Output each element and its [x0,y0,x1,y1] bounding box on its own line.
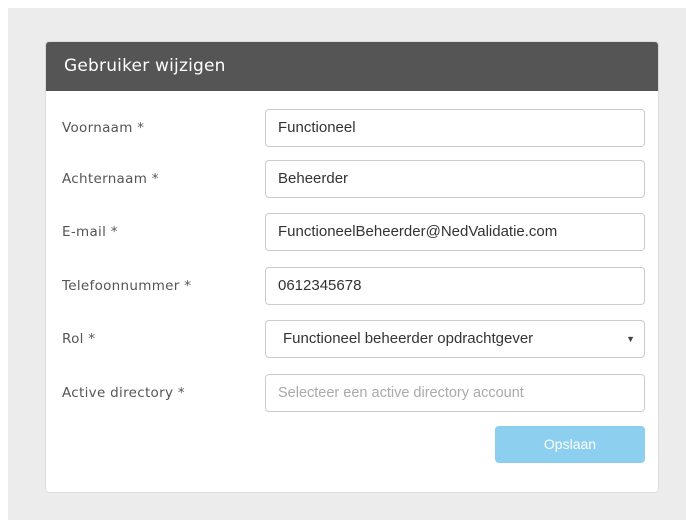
email-input[interactable]: FunctioneelBeheerder@NedValidatie.com [265,213,645,251]
form-row-rol: Rol * Functioneel beheerder opdrachtgeve… [46,320,658,358]
active-directory-label: Active directory * [62,385,185,401]
form-row-telefoonnummer: Telefoonnummer * 0612345678 [46,267,658,305]
active-directory-select[interactable]: Selecteer een active directory account [265,374,645,412]
chevron-down-icon: ▼ [626,334,635,344]
telefoonnummer-label: Telefoonnummer * [62,278,192,294]
form-row-active-directory: Active directory * Selecteer een active … [46,374,658,412]
rol-label: Rol * [62,331,96,347]
email-label: E-mail * [62,224,118,240]
rol-selected-value: Functioneel beheerder opdrachtgever [283,330,534,347]
voornaam-label: Voornaam * [62,120,145,136]
telefoonnummer-input[interactable]: 0612345678 [265,267,645,305]
achternaam-label: Achternaam * [62,171,159,187]
achternaam-input[interactable]: Beheerder [265,160,645,198]
rol-select[interactable]: Functioneel beheerder opdrachtgever ▼ [265,320,645,358]
form-row-achternaam: Achternaam * Beheerder [46,160,658,198]
panel-title: Gebruiker wijzigen [46,42,658,91]
edit-user-panel: Gebruiker wijzigen Voornaam * Functionee… [45,41,659,493]
voornaam-input[interactable]: Functioneel [265,109,645,147]
form-row-voornaam: Voornaam * Functioneel [46,109,658,147]
form-row-email: E-mail * FunctioneelBeheerder@NedValidat… [46,213,658,251]
save-button[interactable]: Opslaan [495,426,645,463]
